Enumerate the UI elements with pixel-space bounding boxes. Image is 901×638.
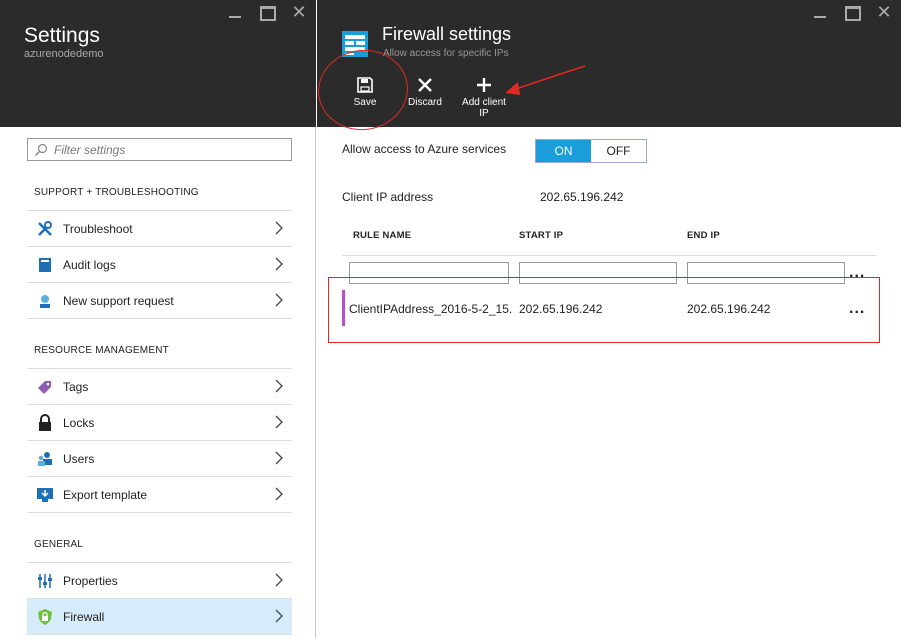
section-general: GENERAL xyxy=(34,539,84,550)
chevron-right-icon xyxy=(275,379,283,393)
log-book-icon xyxy=(27,257,63,273)
maximize-icon[interactable] xyxy=(258,5,276,21)
sidebar-item-label: Users xyxy=(63,451,95,466)
discard-x-icon xyxy=(406,76,444,94)
toggle-on-option[interactable]: ON xyxy=(536,140,591,162)
shield-icon xyxy=(27,608,63,626)
firewall-title: Firewall settings xyxy=(382,24,512,44)
chevron-right-icon xyxy=(275,573,283,587)
filter-settings-input[interactable] xyxy=(54,142,274,157)
filter-settings-box[interactable] xyxy=(27,138,292,161)
settings-title: Settings xyxy=(24,24,100,47)
sidebar-item-label: Properties xyxy=(63,573,118,588)
chevron-right-icon xyxy=(275,609,283,623)
general-menu: Properties Firewall xyxy=(27,562,292,635)
add-client-ip-button[interactable]: Add client IP xyxy=(458,76,510,119)
settings-blade: ✕ Settings azurenodedemo SUPPORT + TROUB… xyxy=(0,0,316,638)
sidebar-item-label: New support request xyxy=(63,293,174,308)
sidebar-item-label: Locks xyxy=(63,415,95,430)
column-header-rule-name: RULE NAME xyxy=(353,230,412,241)
settings-window-controls: ✕ xyxy=(226,3,308,21)
toggle-off-option[interactable]: OFF xyxy=(591,140,646,162)
chevron-right-icon xyxy=(275,257,283,271)
sidebar-item-locks[interactable]: Locks xyxy=(27,405,292,441)
discard-label: Discard xyxy=(408,97,442,108)
sidebar-item-label: Audit logs xyxy=(63,257,116,272)
chevron-right-icon xyxy=(275,451,283,465)
sidebar-item-label: Export template xyxy=(63,487,148,502)
header-divider xyxy=(342,255,877,256)
close-icon[interactable]: ✕ xyxy=(875,3,893,21)
chevron-right-icon xyxy=(275,221,283,235)
section-support-troubleshooting: SUPPORT + TROUBLESHOOTING xyxy=(34,187,199,198)
chevron-right-icon xyxy=(275,487,283,501)
tag-icon xyxy=(27,378,63,396)
sidebar-item-new-support-request[interactable]: New support request xyxy=(27,283,292,319)
firewall-window-controls: ✕ xyxy=(811,3,893,21)
allow-azure-toggle: ON OFF xyxy=(535,139,647,163)
sidebar-item-audit-logs[interactable]: Audit logs xyxy=(27,247,292,283)
settings-subtitle: azurenodedemo xyxy=(24,48,104,60)
support-person-icon xyxy=(27,293,63,309)
sidebar-item-export-template[interactable]: Export template xyxy=(27,477,292,513)
add-client-ip-label-line2: IP xyxy=(479,108,489,119)
export-template-icon xyxy=(27,487,63,503)
support-menu: Troubleshoot Audit logs New support requ… xyxy=(27,210,292,319)
sidebar-item-properties[interactable]: Properties xyxy=(27,563,292,599)
column-header-end-ip: END IP xyxy=(687,230,720,241)
sidebar-item-firewall[interactable]: Firewall xyxy=(27,599,292,635)
minimize-icon[interactable] xyxy=(226,5,244,21)
firewall-blade-header: ✕ Firewall settings Allow access for spe… xyxy=(317,0,901,127)
chevron-right-icon xyxy=(275,293,283,307)
sidebar-item-label: Troubleshoot xyxy=(63,221,133,236)
client-ip-label: Client IP address xyxy=(342,190,434,204)
allow-azure-label: Allow access to Azure services xyxy=(342,142,507,156)
sidebar-item-label: Firewall xyxy=(63,609,105,624)
add-client-ip-label-line1: Add client xyxy=(462,97,506,108)
settings-blade-header: ✕ Settings azurenodedemo xyxy=(0,0,316,127)
resource-menu: Tags Locks Users Export template xyxy=(27,368,292,513)
minimize-icon[interactable] xyxy=(811,5,829,21)
client-ip-value: 202.65.196.242 xyxy=(540,190,624,204)
wrench-icon xyxy=(27,220,63,238)
properties-sliders-icon xyxy=(27,573,63,589)
close-icon[interactable]: ✕ xyxy=(290,3,308,21)
sidebar-item-label: Tags xyxy=(63,379,89,394)
search-icon xyxy=(35,143,48,156)
maximize-icon[interactable] xyxy=(843,5,861,21)
chevron-right-icon xyxy=(275,415,283,429)
plus-icon xyxy=(458,76,510,94)
sidebar-item-tags[interactable]: Tags xyxy=(27,369,292,405)
discard-button[interactable]: Discard xyxy=(406,76,444,108)
column-header-start-ip: START IP xyxy=(519,230,564,241)
sidebar-item-troubleshoot[interactable]: Troubleshoot xyxy=(27,211,292,247)
sidebar-item-users[interactable]: Users xyxy=(27,441,292,477)
firewall-subtitle: Allow access for specific IPs xyxy=(383,48,509,59)
section-resource-management: RESOURCE MANAGEMENT xyxy=(34,345,169,356)
lock-icon xyxy=(27,413,63,432)
users-icon xyxy=(27,451,63,467)
annotation-rectangle xyxy=(328,277,880,343)
